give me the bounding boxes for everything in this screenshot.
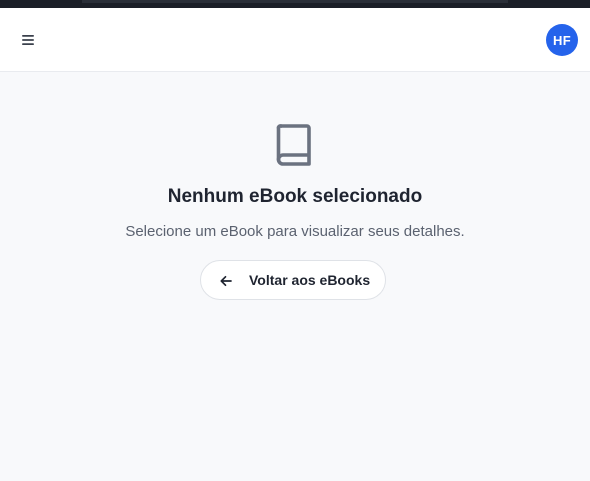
menu-button[interactable] bbox=[18, 30, 38, 50]
user-avatar[interactable]: HF bbox=[546, 24, 578, 56]
app-header: HF bbox=[0, 8, 590, 72]
empty-state-subtitle: Selecione um eBook para visualizar seus … bbox=[125, 223, 465, 240]
back-to-ebooks-button[interactable]: Voltar aos eBooks bbox=[200, 260, 386, 300]
top-strip bbox=[0, 0, 590, 8]
hamburger-menu-icon bbox=[22, 35, 34, 45]
empty-state-title: Nenhum eBook selecionado bbox=[167, 186, 423, 207]
top-strip-tab bbox=[82, 0, 508, 3]
arrow-left-icon bbox=[220, 275, 232, 287]
book-icon bbox=[276, 124, 311, 166]
back-button-label: Voltar aos eBooks bbox=[249, 272, 371, 288]
